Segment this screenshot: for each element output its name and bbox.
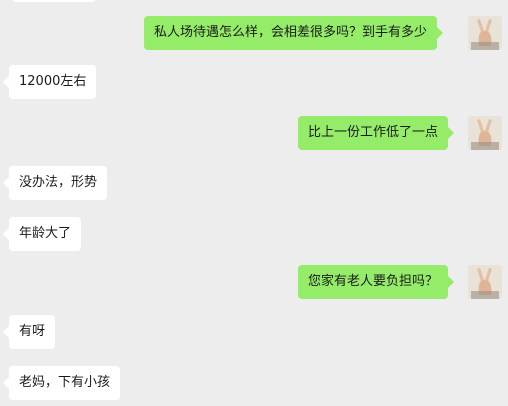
incoming-message-bubble[interactable]: 老妈，下有小孩 xyxy=(2,366,121,400)
user-avatar-icon[interactable] xyxy=(468,16,502,50)
message-text: 12000左右 xyxy=(19,74,87,89)
incoming-message-bubble[interactable]: 年龄大了 xyxy=(2,217,82,251)
incoming-message-bubble[interactable]: 12000左右 xyxy=(2,65,97,99)
incoming-message-bubble[interactable]: 没办法，形势 xyxy=(2,166,108,200)
message-text: 老妈，下有小孩 xyxy=(19,375,111,390)
outgoing-message-bubble[interactable]: 您家有老人要负担吗？ xyxy=(298,265,455,299)
previous-message-bubble xyxy=(12,0,96,2)
user-avatar-icon[interactable] xyxy=(468,265,502,299)
message-text: 没办法，形势 xyxy=(19,175,98,190)
message-text: 您家有老人要负担吗？ xyxy=(308,274,439,289)
outgoing-message-bubble[interactable]: 私人场待遇怎么样，会相差很多吗？到手有多少 xyxy=(144,16,444,50)
outgoing-message-bubble[interactable]: 比上一份工作低了一点 xyxy=(298,116,455,150)
incoming-message-bubble[interactable]: 有呀 xyxy=(2,315,56,349)
message-text: 比上一份工作低了一点 xyxy=(308,125,439,140)
message-text: 年龄大了 xyxy=(19,226,72,241)
message-text: 私人场待遇怎么样，会相差很多吗？到手有多少 xyxy=(154,25,428,40)
user-avatar-icon[interactable] xyxy=(468,116,502,150)
message-text: 有呀 xyxy=(19,324,46,339)
